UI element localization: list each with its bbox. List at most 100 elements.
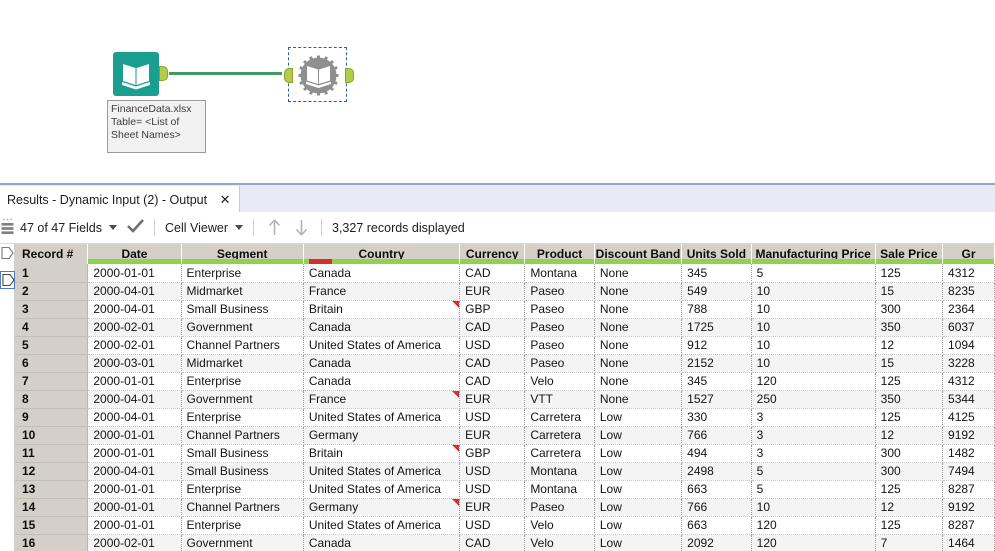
table-cell[interactable]: Paseo <box>524 300 595 319</box>
table-cell[interactable]: 125 <box>875 264 944 283</box>
chevron-down-icon[interactable] <box>235 225 243 230</box>
grid-lines-icon[interactable] <box>1 222 14 236</box>
table-cell[interactable]: 663 <box>681 480 752 499</box>
table-cell[interactable]: 2364 <box>942 300 995 319</box>
output-anchor[interactable] <box>159 66 168 81</box>
table-row[interactable]: 6 2000-03-01 Midmarket Canada CAD Paseo None 21… <box>15 354 995 373</box>
table-row[interactable]: 3 2000-04-01 Small Business Britain GBP Paseo… <box>15 300 995 319</box>
table-cell[interactable]: 10 <box>751 336 876 355</box>
table-cell[interactable]: Carretera <box>524 444 595 463</box>
table-cell[interactable]: 549 <box>681 282 752 301</box>
table-cell[interactable]: 120 <box>751 372 876 391</box>
table-cell[interactable]: Small Business <box>181 462 304 481</box>
table-cell[interactable]: 8235 <box>942 282 995 301</box>
table-cell[interactable]: 345 <box>681 264 752 283</box>
table-cell[interactable]: Channel Partners <box>181 426 304 445</box>
table-cell[interactable]: 10 <box>751 498 876 517</box>
table-cell[interactable]: 494 <box>681 444 752 463</box>
table-cell[interactable]: Channel Partners <box>181 336 304 355</box>
close-icon[interactable]: ✕ <box>217 192 233 208</box>
prev-record-button[interactable] <box>264 217 284 239</box>
record-number-cell[interactable]: 6 <box>15 354 89 373</box>
cell-viewer-selector[interactable]: Cell Viewer <box>165 212 243 243</box>
table-cell[interactable]: 345 <box>681 372 752 391</box>
table-cell[interactable]: None <box>594 372 683 391</box>
table-cell[interactable]: United States of America <box>303 516 461 535</box>
dynamic-input-tool[interactable] <box>284 47 354 102</box>
table-cell[interactable]: 350 <box>875 390 944 409</box>
table-cell[interactable]: None <box>594 282 683 301</box>
record-number-cell[interactable]: 7 <box>15 372 89 391</box>
table-cell[interactable]: Paseo <box>524 318 595 337</box>
table-cell[interactable]: 2000-02-01 <box>87 318 182 337</box>
table-cell[interactable]: 8287 <box>942 516 995 535</box>
table-cell[interactable]: Canada <box>303 354 461 373</box>
record-number-cell[interactable]: 2 <box>15 282 89 301</box>
record-number-cell[interactable]: 8 <box>15 390 89 409</box>
table-cell[interactable]: USD <box>459 408 526 427</box>
table-row[interactable]: 14 2000-01-01 Channel Partners Germany EUR P… <box>15 498 995 517</box>
table-cell[interactable]: 2000-01-01 <box>87 372 182 391</box>
table-cell[interactable]: 120 <box>751 534 876 551</box>
table-cell[interactable]: None <box>594 336 683 355</box>
record-number-cell[interactable]: 1 <box>15 264 89 283</box>
table-cell[interactable]: Small Business <box>181 444 304 463</box>
connection-line[interactable] <box>169 72 282 75</box>
table-cell[interactable]: 125 <box>875 516 944 535</box>
table-row[interactable]: 12 2000-04-01 Small Business United States … <box>15 462 995 481</box>
table-cell[interactable]: 10 <box>751 282 876 301</box>
table-cell[interactable]: 6037 <box>942 318 995 337</box>
table-cell[interactable]: United States of America <box>303 480 461 499</box>
table-cell[interactable]: 2000-01-01 <box>87 264 182 283</box>
table-cell[interactable]: None <box>594 390 683 409</box>
table-cell[interactable]: 2000-01-01 <box>87 426 182 445</box>
table-cell[interactable]: Low <box>594 534 683 551</box>
table-cell[interactable]: 7 <box>875 534 944 551</box>
table-cell[interactable]: 766 <box>681 498 752 517</box>
table-cell[interactable]: Low <box>594 444 683 463</box>
table-cell[interactable]: 300 <box>875 462 944 481</box>
fields-selector[interactable]: 47 of 47 Fields <box>20 212 117 243</box>
table-row[interactable]: 11 2000-01-01 Small Business Britain GBP Car… <box>15 444 995 463</box>
column-header[interactable]: Segment <box>181 244 304 264</box>
record-number-cell[interactable]: 5 <box>15 336 89 355</box>
record-number-cell[interactable]: 14 <box>15 498 89 517</box>
table-cell[interactable]: 1527 <box>681 390 752 409</box>
table-cell[interactable]: VTT <box>524 390 595 409</box>
table-cell[interactable]: 766 <box>681 426 752 445</box>
table-cell[interactable]: None <box>594 300 683 319</box>
table-cell[interactable]: 4125 <box>942 408 995 427</box>
table-cell[interactable]: CAD <box>459 264 526 283</box>
table-row[interactable]: 2 2000-04-01 Midmarket France EUR Paseo None 54… <box>15 282 995 301</box>
table-cell[interactable]: Low <box>594 408 683 427</box>
table-cell[interactable]: 2000-01-01 <box>87 444 182 463</box>
table-cell[interactable]: 663 <box>681 516 752 535</box>
input-data-tool[interactable] <box>113 52 168 96</box>
table-cell[interactable]: Government <box>181 534 304 551</box>
table-cell[interactable]: 8287 <box>942 480 995 499</box>
table-cell[interactable]: 15 <box>875 282 944 301</box>
table-cell[interactable]: Enterprise <box>181 264 304 283</box>
record-number-cell[interactable]: 12 <box>15 462 89 481</box>
record-number-cell[interactable]: 11 <box>15 444 89 463</box>
record-number-cell[interactable]: 13 <box>15 480 89 499</box>
table-cell[interactable]: 300 <box>875 444 944 463</box>
table-cell[interactable]: EUR <box>459 498 526 517</box>
table-cell[interactable]: 2498 <box>681 462 752 481</box>
table-cell[interactable]: 3 <box>751 444 876 463</box>
table-cell[interactable]: Britain <box>303 444 461 463</box>
table-cell[interactable]: 9192 <box>942 426 995 445</box>
record-number-cell[interactable]: 10 <box>15 426 89 445</box>
table-row[interactable]: 9 2000-04-01 Enterprise United States of Am… <box>15 408 995 427</box>
column-header[interactable]: Gr <box>942 244 995 264</box>
table-cell[interactable]: 5 <box>751 264 876 283</box>
table-cell[interactable]: 2000-01-01 <box>87 480 182 499</box>
table-row[interactable]: 7 2000-01-01 Enterprise Canada CAD Velo None 34… <box>15 372 995 391</box>
table-cell[interactable]: USD <box>459 462 526 481</box>
column-header[interactable]: Sale Price <box>875 244 944 264</box>
checkmark-icon[interactable] <box>127 219 144 236</box>
column-header[interactable]: Manufacturing Price <box>751 244 876 264</box>
table-cell[interactable]: Velo <box>524 372 595 391</box>
table-cell[interactable]: GBP <box>459 444 526 463</box>
table-cell[interactable]: USD <box>459 480 526 499</box>
